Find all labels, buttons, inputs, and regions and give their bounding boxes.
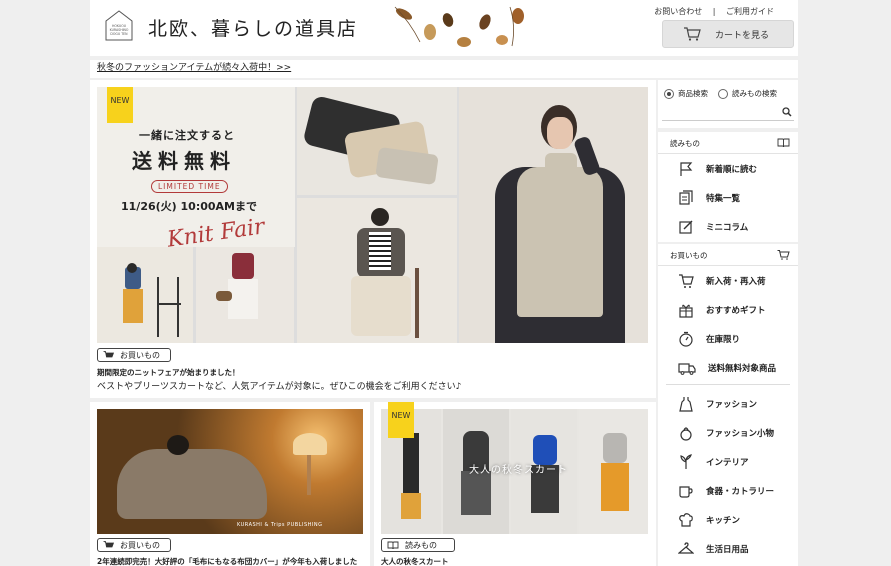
shopping-nav: お買いもの 新入荷・再入荷 おすすめギフト 在庫限り 送料無料対象商品 ファッシ… bbox=[658, 244, 798, 566]
photo-credit: KURASHI & Trips PUBLISHING bbox=[237, 522, 323, 528]
cart-icon bbox=[684, 27, 701, 41]
reading-nav: 読みもの 新着順に読む 特集一覧 ミニコラム bbox=[658, 132, 798, 242]
chef-hat-icon bbox=[679, 512, 693, 527]
article-card-skirt[interactable]: 大人の秋冬スカート NEW 読みもの 大人の秋冬スカート bbox=[374, 402, 656, 566]
cart-icon bbox=[103, 540, 114, 547]
shopping-header: お買いもの bbox=[658, 244, 798, 266]
nav-kitchen[interactable]: キッチン bbox=[658, 505, 798, 534]
category-label: 読みもの bbox=[405, 540, 437, 550]
search-field bbox=[662, 105, 794, 125]
cup-icon bbox=[679, 485, 693, 498]
new-badge: NEW bbox=[107, 87, 133, 123]
nav-interior[interactable]: インテリア bbox=[658, 447, 798, 476]
nav-new-arrivals[interactable]: 新入荷・再入荷 bbox=[658, 266, 798, 295]
category-label: お買いもの bbox=[120, 350, 160, 360]
article-card-blanket[interactable]: KURASHI & Trips PUBLISHING お買いもの 2年連続即完売… bbox=[90, 402, 370, 566]
article-title[interactable]: 大人の秋冬スカート bbox=[381, 556, 449, 566]
feature-card[interactable]: NEW 一緒に注文すると 送料無料 LIMITED TIME 11/26(火) … bbox=[90, 80, 656, 398]
cart-button[interactable]: カートを見る bbox=[662, 20, 794, 48]
dress-icon bbox=[679, 396, 693, 412]
category-reading-button[interactable]: 読みもの bbox=[381, 538, 455, 552]
new-badge: NEW bbox=[388, 402, 414, 438]
cart-label: カートを見る bbox=[715, 30, 770, 41]
utility-links: お問い合わせ | ご利用ガイド bbox=[650, 6, 778, 17]
divider bbox=[666, 384, 790, 385]
timer-icon bbox=[679, 331, 693, 347]
gift-icon bbox=[679, 304, 693, 318]
hero-headline-1: 一緒に注文すると bbox=[139, 129, 235, 142]
documents-icon bbox=[679, 189, 693, 205]
cart-new-icon bbox=[679, 273, 694, 288]
nav-latest[interactable]: 新着順に読む bbox=[658, 154, 798, 183]
edit-icon bbox=[679, 220, 693, 234]
category-label: お買いもの bbox=[120, 540, 160, 550]
nav-tableware[interactable]: 食器・カトラリー bbox=[658, 476, 798, 505]
category-shopping-button[interactable]: お買いもの bbox=[97, 348, 171, 362]
svg-text:DOGU TEN: DOGU TEN bbox=[110, 32, 128, 36]
search-type-products[interactable]: 商品検索 bbox=[664, 88, 708, 99]
hero-image[interactable]: NEW 一緒に注文すると 送料無料 LIMITED TIME 11/26(火) … bbox=[97, 87, 648, 343]
feature-title[interactable]: 期間限定のニットフェアが始まりました！ bbox=[97, 367, 240, 378]
plant-icon bbox=[680, 453, 692, 469]
separator: | bbox=[712, 7, 716, 16]
guide-link[interactable]: ご利用ガイド bbox=[726, 7, 774, 16]
photo-blanket[interactable]: KURASHI & Trips PUBLISHING bbox=[97, 409, 363, 534]
feature-description: ベストやプリーツスカートなど、人気アイテムが対象に。ぜひこの機会をご利用ください… bbox=[97, 382, 462, 392]
photo-cardigan-woman bbox=[297, 198, 457, 343]
photo-yellow-skirt bbox=[97, 247, 193, 343]
radio-unselected-icon bbox=[718, 88, 728, 99]
announcement-link[interactable]: 秋冬のファッションアイテムが続々入荷中！>> bbox=[97, 63, 291, 73]
search-panel: 商品検索 読みもの検索 bbox=[658, 80, 798, 128]
nav-mini-column[interactable]: ミニコラム bbox=[658, 212, 798, 241]
bag-icon bbox=[680, 426, 692, 441]
category-shopping-button[interactable]: お買いもの bbox=[97, 538, 171, 552]
autumn-leaves-decoration bbox=[394, 6, 524, 47]
article-title[interactable]: 2年連続即完売！大好評の「毛布にもなる布団カバー」が今年も入荷しました bbox=[97, 556, 357, 566]
site-header: HOKUOU KURASHINO DOGU TEN 北欧、暮らしの道具店 お問い… bbox=[90, 0, 798, 56]
search-icon[interactable] bbox=[782, 107, 792, 117]
photo-knit-vest-woman bbox=[459, 87, 648, 343]
hanger-icon bbox=[678, 541, 694, 554]
nav-gifts[interactable]: おすすめギフト bbox=[658, 295, 798, 324]
search-type-articles[interactable]: 読みもの検索 bbox=[718, 88, 777, 99]
book-icon bbox=[387, 541, 399, 549]
book-icon bbox=[777, 138, 790, 148]
sidebar: 商品検索 読みもの検索 読みもの 新着順に読む 特集一覧 ミニコラム お買いもの… bbox=[658, 80, 798, 566]
site-title[interactable]: 北欧、暮らしの道具店 bbox=[148, 14, 358, 41]
logo-icon[interactable]: HOKUOU KURASHINO DOGU TEN bbox=[104, 9, 134, 42]
photo-red-knit bbox=[196, 247, 294, 343]
hero-deadline: 11/26(火) 10:00AMまで bbox=[121, 200, 257, 213]
photo-folded-knits bbox=[297, 87, 457, 195]
photo-skirt-collage[interactable]: 大人の秋冬スカート bbox=[381, 409, 648, 534]
cart-icon bbox=[777, 250, 790, 260]
radio-selected-icon bbox=[664, 88, 674, 99]
nav-fashion[interactable]: ファッション bbox=[658, 389, 798, 418]
nav-free-shipping[interactable]: 送料無料対象商品 bbox=[658, 353, 798, 382]
nav-limited-stock[interactable]: 在庫限り bbox=[658, 324, 798, 353]
hero-headline-2: 送料無料 bbox=[132, 149, 236, 173]
flag-icon bbox=[680, 161, 693, 176]
nav-daily-goods[interactable]: 生活日用品 bbox=[658, 534, 798, 563]
nav-features[interactable]: 特集一覧 bbox=[658, 183, 798, 212]
announcement-bar: 秋冬のファッションアイテムが続々入荷中！>> bbox=[90, 60, 798, 78]
truck-icon bbox=[678, 362, 696, 375]
limited-badge: LIMITED TIME bbox=[151, 180, 228, 193]
reading-header: 読みもの bbox=[658, 132, 798, 154]
search-input[interactable] bbox=[662, 110, 782, 125]
cart-icon bbox=[103, 350, 114, 357]
skirt-overlay-title: 大人の秋冬スカート bbox=[469, 465, 568, 476]
nav-fashion-accessories[interactable]: ファッション小物 bbox=[658, 418, 798, 447]
contact-link[interactable]: お問い合わせ bbox=[654, 7, 702, 16]
